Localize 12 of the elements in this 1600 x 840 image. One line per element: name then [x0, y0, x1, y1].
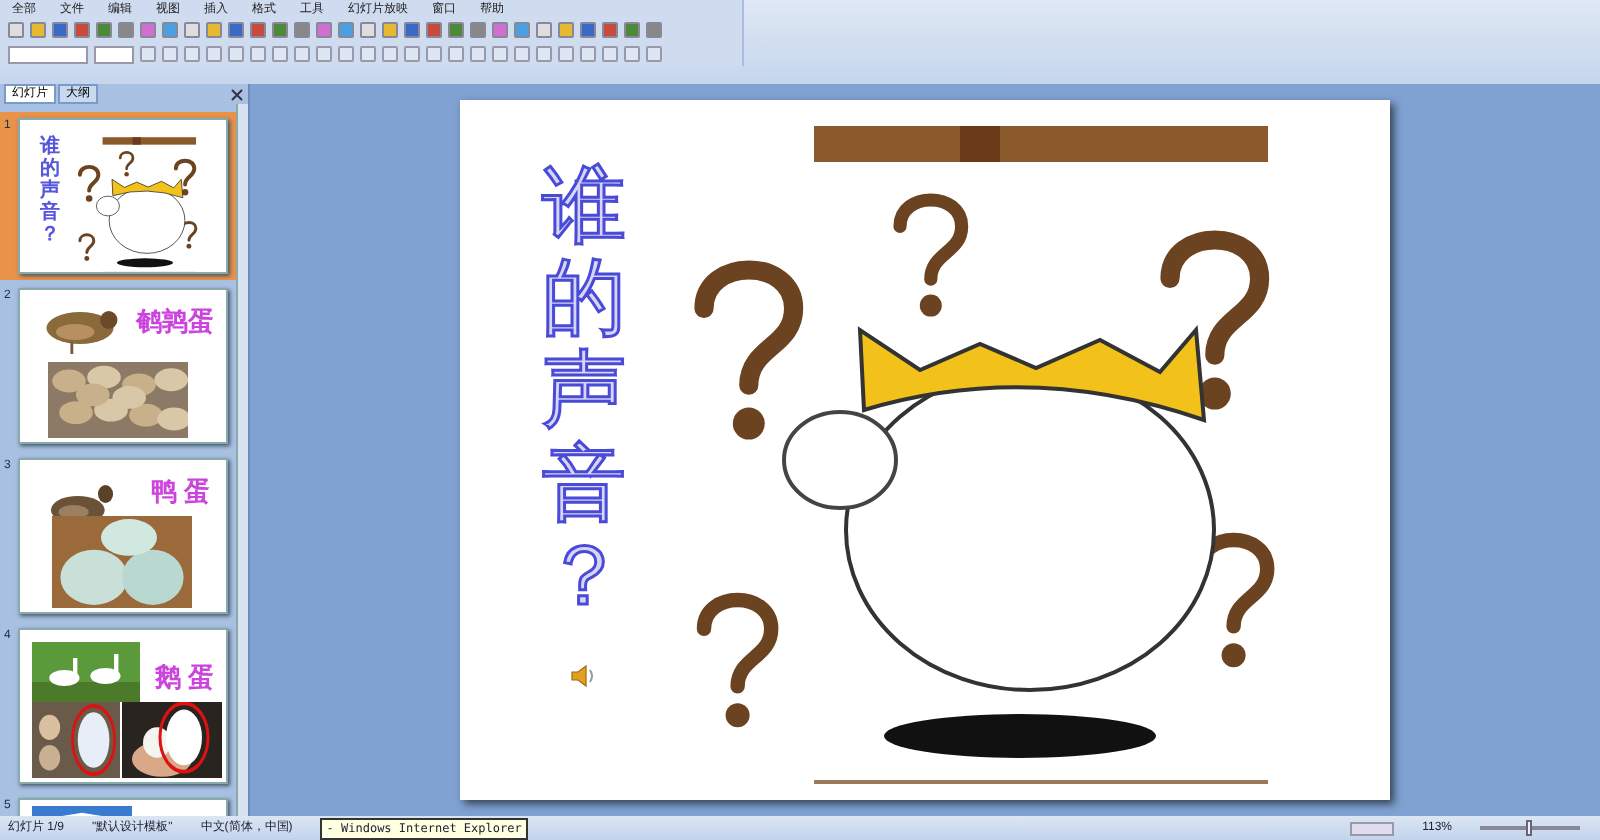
zoom-slider-thumb[interactable] — [1526, 820, 1532, 836]
speaker-icon[interactable] — [570, 661, 598, 690]
font-size-field[interactable] — [94, 45, 134, 63]
slide-title: 鹅 蛋 — [154, 660, 214, 696]
scrollbar[interactable] — [236, 104, 248, 816]
slide-title: 谁的声音？ — [542, 160, 626, 622]
slide-title: 鹌鹑蛋 — [136, 304, 214, 340]
view-buttons[interactable] — [1350, 821, 1395, 835]
close-icon[interactable] — [230, 88, 244, 102]
font-field[interactable] — [8, 45, 88, 63]
slide-title: 鸭 蛋 — [150, 474, 210, 510]
slide-title: 谁的声音？ — [40, 136, 60, 246]
